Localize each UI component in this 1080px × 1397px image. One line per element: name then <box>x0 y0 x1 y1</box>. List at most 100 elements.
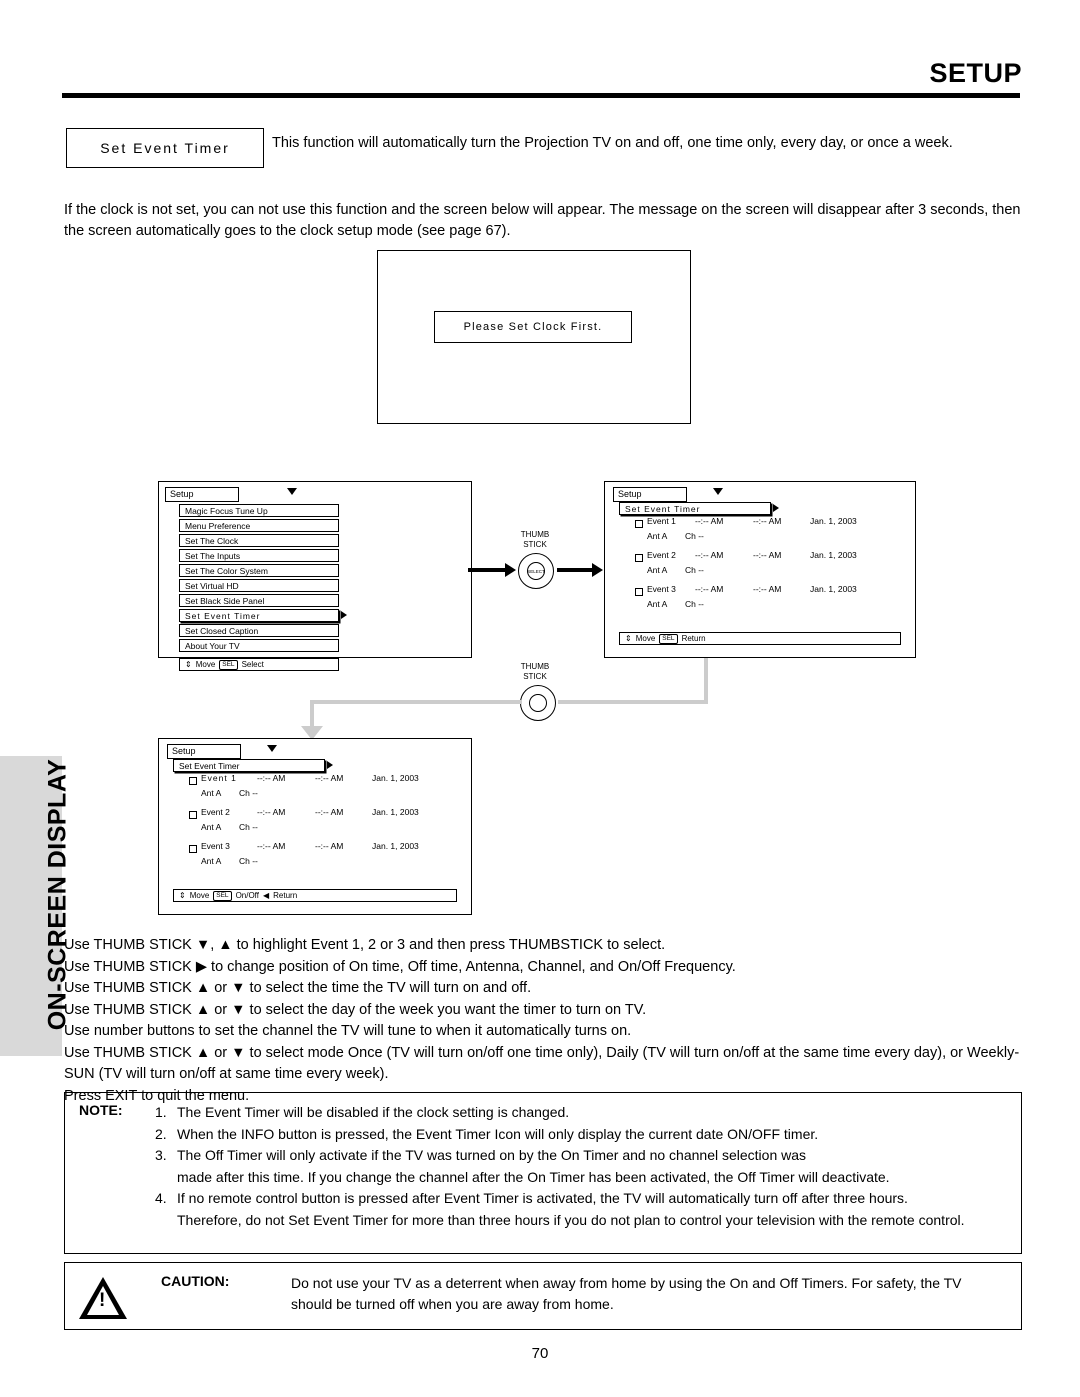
event2-checkbox-bottom[interactable] <box>189 811 197 819</box>
selection-arrow-icon <box>341 611 347 619</box>
sel-chip-bottom: SEL <box>213 890 232 901</box>
event1-checkbox-bottom[interactable] <box>189 777 197 785</box>
note-label: NOTE: <box>79 1102 123 1118</box>
event2-ontime-bottom: --:-- AM <box>257 807 286 817</box>
event2-label-right: Event 2 <box>647 550 676 560</box>
menu-item-set-closed-caption[interactable]: Set Closed Caption <box>179 624 339 637</box>
thumbstick-label-top-1: THUMB <box>520 530 550 539</box>
event3-date-bottom: Jan. 1, 2003 <box>372 841 419 851</box>
flow-arrow-2 <box>557 568 595 572</box>
move-updown-icon-right: ⇕ <box>625 633 632 643</box>
event2-offtime-right: --:-- AM <box>753 550 782 560</box>
osd-setup-title: Setup <box>165 487 239 502</box>
flow-arrow-1 <box>468 568 506 572</box>
note-item-1: 1. The Event Timer will be disabled if t… <box>155 1102 1005 1124</box>
menu-item-set-event-timer[interactable]: Set Event Timer <box>179 609 339 622</box>
osd-bottom-move-label: Move <box>189 890 210 900</box>
osd-right-title: Setup <box>613 487 687 502</box>
menu-item-set-virtual-hd[interactable]: Set Virtual HD <box>179 579 339 592</box>
event1-ontime-right: --:-- AM <box>695 516 724 526</box>
flow-arrow-head-2 <box>592 563 603 577</box>
sel-chip-right: SEL <box>659 633 678 644</box>
gray-flow-horizontal-1 <box>558 700 708 704</box>
event3-ch-bottom: Ch -- <box>239 856 258 866</box>
menu-item-magic-focus[interactable]: Magic Focus Tune Up <box>179 504 339 517</box>
event3-checkbox-bottom[interactable] <box>189 845 197 853</box>
left-arrow-icon-bottom: ◀ <box>262 890 270 900</box>
menu-item-set-the-inputs[interactable]: Set The Inputs <box>179 549 339 562</box>
note-item-3-continued: made after this time. If you change the … <box>177 1168 890 1185</box>
menu-item-set-the-clock[interactable]: Set The Clock <box>179 534 339 547</box>
page-number: 70 <box>531 1345 549 1362</box>
event3-ant-right: Ant A <box>647 599 668 609</box>
instruction-line-5: Use number buttons to set the channel th… <box>64 1023 632 1039</box>
osd-bottom-return-label: Return <box>273 890 298 900</box>
osd-right-move-label: Move <box>635 633 656 643</box>
caution-text: Do not use your TV as a deterrent when a… <box>291 1275 962 1312</box>
menu-item-about-your-tv[interactable]: About Your TV <box>179 639 339 652</box>
subtitle-arrow-icon-bottom <box>327 761 333 769</box>
note-item-4: 4. If no remote control button is presse… <box>155 1188 1005 1210</box>
manual-page: SETUP ON-SCREEN DISPLAY Set Event Timer … <box>0 0 1080 1397</box>
osd-bottom-action-label: On/Off <box>235 890 259 900</box>
event1-label-bottom: Event 1 <box>201 773 237 783</box>
flow-arrow-head-1 <box>505 563 516 577</box>
move-updown-icon: ⇕ <box>185 659 192 669</box>
osd-bottom-subtitle[interactable]: Set Event Timer <box>173 759 325 772</box>
event1-ch-right: Ch -- <box>685 531 704 541</box>
event2-date-right: Jan. 1, 2003 <box>810 550 857 560</box>
event3-label-bottom: Event 3 <box>201 841 230 851</box>
thumbstick-label-top-2: THUMB <box>520 662 550 671</box>
caution-label: CAUTION: <box>161 1273 230 1289</box>
event2-ant-bottom: Ant A <box>201 822 222 832</box>
event1-offtime-right: --:-- AM <box>753 516 782 526</box>
osd-event-timer-bottom: Setup Set Event Timer Event 1 --:-- AM -… <box>158 738 472 915</box>
osd-right-subtitle[interactable]: Set Event Timer <box>619 502 771 515</box>
gray-flow-vertical-1 <box>704 658 708 704</box>
event1-checkbox-right[interactable] <box>635 520 643 528</box>
event3-ontime-right: --:-- AM <box>695 584 724 594</box>
instruction-list: Use THUMB STICK ▼, ▲ to highlight Event … <box>64 935 1024 1107</box>
event2-ontime-right: --:-- AM <box>695 550 724 560</box>
note-item-2-num: 2. <box>155 1125 167 1142</box>
event2-checkbox-right[interactable] <box>635 554 643 562</box>
osd-setup-move-label: Move <box>195 659 216 669</box>
note-item-2-text: When the INFO button is pressed, the Eve… <box>177 1125 819 1142</box>
note-item-4-continued: Therefore, do not Set Event Timer for mo… <box>177 1211 965 1228</box>
note-item-3-num: 3. <box>155 1147 167 1163</box>
gray-flow-vertical-2 <box>310 700 314 728</box>
tv-message-text: Please Set Clock First. <box>463 321 603 333</box>
note-box: NOTE: 1. The Event Timer will be disable… <box>64 1092 1022 1254</box>
event3-ontime-bottom: --:-- AM <box>257 841 286 851</box>
event3-ant-bottom: Ant A <box>201 856 222 866</box>
chevron-down-icon-bottom <box>267 745 277 752</box>
chevron-down-icon <box>287 488 297 495</box>
osd-right-footer: ⇕ Move SEL Return <box>619 632 901 645</box>
instruction-line-4: Use THUMB STICK ▲ or ▼ to select the day… <box>64 1001 647 1018</box>
feature-description: This function will automatically turn th… <box>272 135 953 151</box>
tv-message-box: Please Set Clock First. <box>434 311 632 343</box>
event3-checkbox-right[interactable] <box>635 588 643 596</box>
chevron-down-icon-right <box>713 488 723 495</box>
event1-date-right: Jan. 1, 2003 <box>810 516 857 526</box>
instruction-line-3: Use THUMB STICK ▲ or ▼ to select the tim… <box>64 980 532 996</box>
sel-chip: SEL <box>219 659 238 670</box>
note-item-4-num: 4. <box>155 1190 167 1206</box>
osd-setup-footer: ⇕ Move SEL Select <box>179 658 339 671</box>
note-item-2: 2. When the INFO button is pressed, the … <box>155 1124 1005 1146</box>
osd-event-timer-right: Setup Set Event Timer Event 1 --:-- AM -… <box>604 481 916 658</box>
page-title: SETUP <box>929 58 1022 88</box>
thumbstick-label-bottom-1: STICK <box>523 540 547 549</box>
subtitle-arrow-icon-right <box>773 504 779 512</box>
note-items: 1. The Event Timer will be disabled if t… <box>155 1102 1005 1231</box>
gray-flow-horizontal-2 <box>310 700 522 704</box>
note-item-1-text: The Event Timer will be disabled if the … <box>177 1104 570 1120</box>
menu-item-set-black-side-panel[interactable]: Set Black Side Panel <box>179 594 339 607</box>
event1-offtime-bottom: --:-- AM <box>315 773 344 783</box>
thumbstick-select-text-1: SELECT <box>527 568 545 574</box>
menu-item-menu-preference[interactable]: Menu Preference <box>179 519 339 532</box>
event2-ch-right: Ch -- <box>685 565 704 575</box>
feature-title-box: Set Event Timer <box>66 128 264 168</box>
menu-item-set-the-color-system[interactable]: Set The Color System <box>179 564 339 577</box>
event1-ontime-bottom: --:-- AM <box>257 773 286 783</box>
